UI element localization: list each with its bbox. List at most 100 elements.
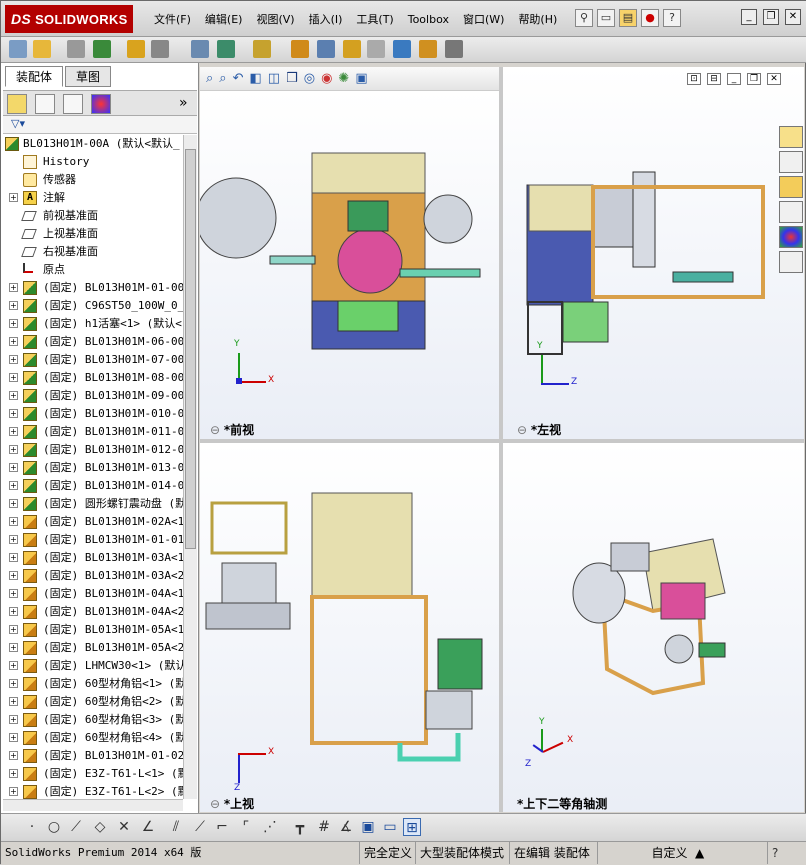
trim-icon[interactable]: ✕	[115, 818, 133, 836]
status-arrow-icon[interactable]: ▲	[691, 842, 704, 864]
expand-icon[interactable]: +	[9, 769, 18, 778]
new-motion-study-icon[interactable]	[253, 40, 271, 58]
polygon-icon[interactable]: ◇	[91, 818, 109, 836]
expand-icon[interactable]: +	[9, 355, 18, 364]
tree-item[interactable]: + (固定) BL013H01M-06-00A	[1, 333, 183, 351]
tree-item[interactable]: + (固定) BL013H01M-04A<1>	[1, 585, 183, 603]
tree-item[interactable]: + (固定) BL013H01M-07-00A	[1, 351, 183, 369]
expand-icon[interactable]: +	[9, 607, 18, 616]
expand-icon[interactable]: +	[9, 571, 18, 580]
smart-dimension-icon[interactable]: ⌐	[213, 818, 231, 836]
mate-icon[interactable]	[93, 40, 111, 58]
speedpak-icon[interactable]	[419, 40, 437, 58]
cube-icon[interactable]: ▣	[359, 818, 377, 836]
menu-item-0[interactable]: 文件(F)	[147, 11, 198, 29]
tree-item[interactable]: + (固定) BL013H01M-010-00	[1, 405, 183, 423]
menu-item-5[interactable]: Toolbox	[401, 11, 456, 29]
tree-vertical-scrollbar[interactable]	[183, 135, 197, 799]
feature-manager-icon[interactable]	[7, 94, 27, 114]
tree-item[interactable]: 前视基准面	[1, 207, 183, 225]
bill-of-materials-icon[interactable]	[291, 40, 309, 58]
line-icon[interactable]: ⟋	[67, 818, 85, 836]
tree-item[interactable]: + (固定) BL013H01M-05A<2>	[1, 639, 183, 657]
configuration-manager-icon[interactable]	[63, 94, 83, 114]
minimize-icon[interactable]: _	[741, 9, 757, 25]
status-help-icon[interactable]: ?	[767, 842, 778, 864]
extend-icon[interactable]: ∠	[139, 818, 157, 836]
tree-item[interactable]: 原点	[1, 261, 183, 279]
tree-item[interactable]: 右视基准面	[1, 243, 183, 261]
tree-item[interactable]: + (固定) BL013H01M-011-00	[1, 423, 183, 441]
tree-item[interactable]: + (固定) BL013H01M-03A<2>	[1, 567, 183, 585]
tree-item[interactable]: + (固定) 60型材角铝<3> (默	[1, 711, 183, 729]
tree-item[interactable]: + (固定) 60型材角铝<4> (默	[1, 729, 183, 747]
view-orientation-icon[interactable]: ◫	[268, 71, 280, 86]
tree-item[interactable]: + (固定) BL013H01M-01-00A	[1, 279, 183, 297]
interference-icon[interactable]	[367, 40, 385, 58]
offset-icon[interactable]: ⟋	[191, 818, 209, 836]
expand-icon[interactable]: +	[9, 337, 18, 346]
expand-icon[interactable]: +	[9, 697, 18, 706]
previous-view-icon[interactable]: ↶	[233, 71, 244, 86]
custom-properties-icon[interactable]	[779, 251, 803, 273]
tree-item[interactable]: + (固定) BL013H01M-09-00A	[1, 387, 183, 405]
expand-icon[interactable]: +	[9, 445, 18, 454]
tree-item[interactable]: + (固定) BL013H01M-02A<1>	[1, 513, 183, 531]
filter-icon[interactable]: ▽▾	[11, 117, 25, 130]
corner-icon[interactable]: ⌜	[237, 818, 255, 836]
menu-item-1[interactable]: 编辑(E)	[198, 11, 250, 29]
tree-filter[interactable]: ▽▾	[3, 116, 197, 134]
expand-icon[interactable]: +	[9, 643, 18, 652]
grid-icon[interactable]: #	[315, 818, 333, 836]
tree-item[interactable]: + (固定) 60型材角铝<2> (默	[1, 693, 183, 711]
tree-item[interactable]: 传感器	[1, 171, 183, 189]
menu-item-3[interactable]: 插入(I)	[302, 11, 350, 29]
assembly-features-icon[interactable]	[191, 40, 209, 58]
tree-item[interactable]: + (固定) BL013H01M-014-00	[1, 477, 183, 495]
expand-icon[interactable]: +	[9, 391, 18, 400]
exploded-view-icon[interactable]	[317, 40, 335, 58]
display-style-icon[interactable]: ❒	[286, 71, 298, 86]
tab-assembly[interactable]: 装配体	[5, 66, 64, 87]
expand-panel-icon[interactable]: »	[179, 95, 188, 111]
viewport-minimize-icon[interactable]: _	[727, 73, 741, 85]
explode-line-icon[interactable]	[343, 40, 361, 58]
tree-item[interactable]: + (固定) E3Z-T61-L<1> (默	[1, 765, 183, 783]
paperclip-icon[interactable]	[67, 40, 85, 58]
menu-item-7[interactable]: 帮助(H)	[511, 11, 564, 29]
new-icon[interactable]	[9, 40, 27, 58]
tree-item[interactable]: + (固定) C96ST50_100W_0_0	[1, 297, 183, 315]
expand-icon[interactable]: +	[9, 373, 18, 382]
point-icon[interactable]: ·	[23, 818, 41, 836]
link-views-icon[interactable]: ⊡	[687, 73, 701, 85]
mirror-icon[interactable]: ⫽	[167, 818, 185, 836]
expand-icon[interactable]: +	[9, 409, 18, 418]
four-view-icon[interactable]: ⊞	[403, 818, 421, 836]
tree-item[interactable]: + (固定) BL013H01M-04A<2>	[1, 603, 183, 621]
tree-horizontal-scrollbar[interactable]	[3, 799, 183, 811]
edit-appearance-icon[interactable]: ◉	[321, 71, 332, 86]
tree-item[interactable]: BL013H01M-00A (默认<默认_	[1, 135, 183, 153]
tree-item[interactable]: + (固定) BL013H01M-012-00	[1, 441, 183, 459]
design-library-icon[interactable]	[779, 151, 803, 173]
instant3d-icon[interactable]	[393, 40, 411, 58]
zoom-to-fit-icon[interactable]: ⌕	[206, 71, 213, 86]
scene-icon[interactable]: ✺	[338, 71, 349, 86]
tree-item[interactable]: History	[1, 153, 183, 171]
viewport-restore-icon[interactable]: ❐	[747, 73, 761, 85]
expand-icon[interactable]: +	[9, 787, 18, 796]
solidworks-logo[interactable]: DS SOLIDWORKS	[5, 5, 133, 33]
tree-item[interactable]: + (固定) BL013H01M-01-02A	[1, 747, 183, 765]
pattern-icon[interactable]	[127, 40, 145, 58]
tree-item[interactable]: + (固定) BL013H01M-03A<1>	[1, 549, 183, 567]
tree-item[interactable]: + (固定) BL013H01M-08-00A	[1, 369, 183, 387]
tree-item[interactable]: + (固定) 圆形螺钉震动盘 (默	[1, 495, 183, 513]
viewport-isometric[interactable]: Y X Z *上下二等角轴测	[503, 443, 804, 812]
tree-item[interactable]: 上视基准面	[1, 225, 183, 243]
viewport-close-icon[interactable]: ✕	[767, 73, 781, 85]
expand-icon[interactable]: +	[9, 535, 18, 544]
expand-icon[interactable]: +	[9, 283, 18, 292]
file-explorer-icon[interactable]	[779, 176, 803, 198]
snap-icon[interactable]: ⋰	[261, 818, 279, 836]
restore-icon[interactable]: ❐	[763, 9, 779, 25]
